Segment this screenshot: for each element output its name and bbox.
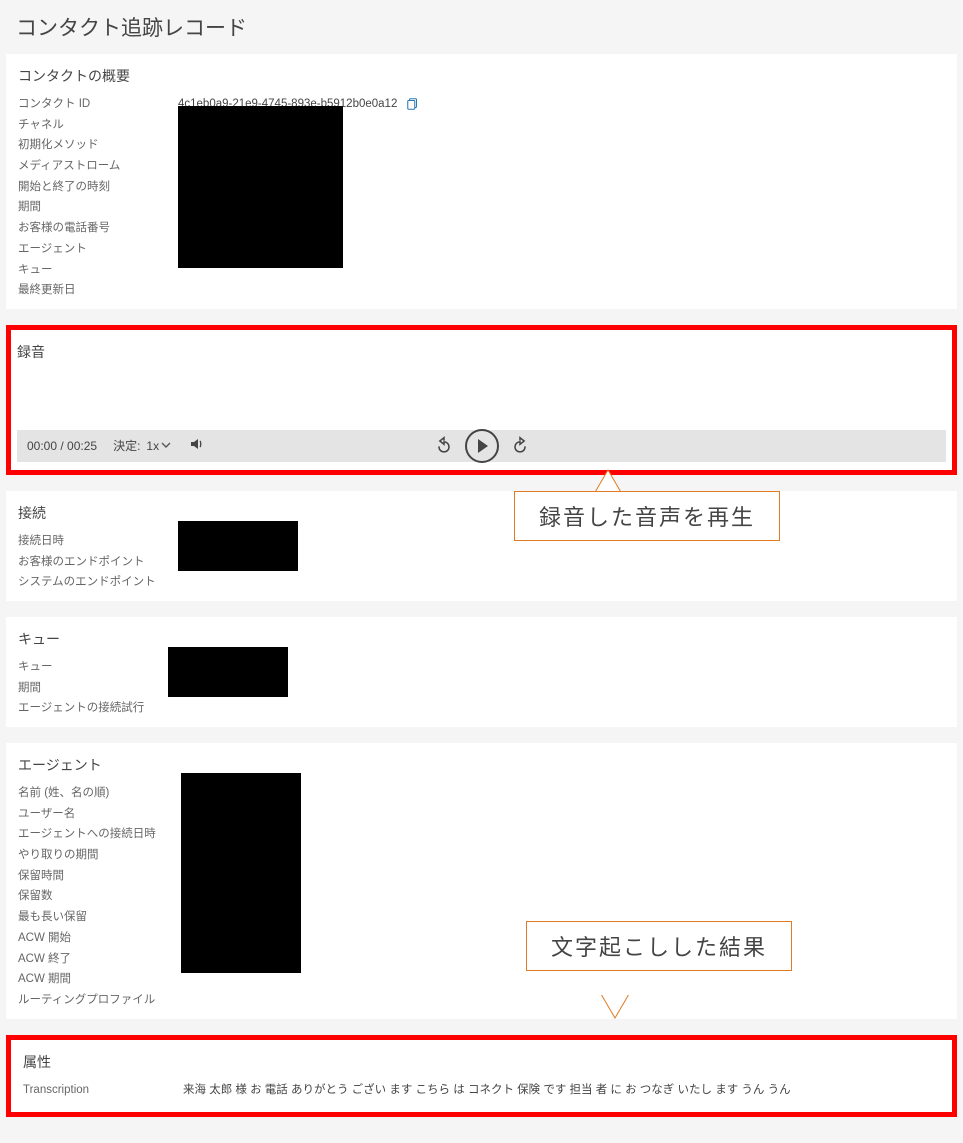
connection-label-systemEndpoint: システムのエンドポイント xyxy=(18,572,178,593)
redaction-block-connection xyxy=(178,521,298,571)
overview-label-lastmodified: 最終更新日 xyxy=(18,280,178,301)
agent-label-acwStart: ACW 開始 xyxy=(18,928,178,949)
attributes-value-transcription: 来海 太郎 様 お 電話 ありがとう ござい ます こちら は コネクト 保険 … xyxy=(183,1080,940,1101)
overview-title: コンタクトの概要 xyxy=(18,66,945,86)
connection-label-customerEndpoint: お客様のエンドポイント xyxy=(18,552,178,573)
agent-label-acwDuration: ACW 期間 xyxy=(18,969,178,990)
overview-label-contactid: コンタクト ID xyxy=(18,94,178,115)
callout-transcription-text: 文字起こしした結果 xyxy=(551,935,767,960)
attributes-title: 属性 xyxy=(23,1052,940,1072)
overview-label-customerphone: お客様の電話番号 xyxy=(18,218,178,239)
overview-label-queue: キュー xyxy=(18,260,178,281)
recording-title: 録音 xyxy=(17,342,946,362)
overview-row-contactid: コンタクト ID 4c1eb0a9-21e9-4745-893e-b5912b0… xyxy=(18,94,945,115)
redaction-block-queue xyxy=(168,647,288,697)
overview-label-channel: チャネル xyxy=(18,115,178,136)
audio-player-bar: 00:00 / 00:25 決定: 1x xyxy=(17,430,946,462)
agent-title: エージェント xyxy=(18,755,945,775)
agent-label-name: 名前 (姓、名の順) xyxy=(18,783,178,804)
queue-label-duration: 期間 xyxy=(18,678,178,699)
connection-section: 接続 接続日時 お客様のエンドポイント システムのエンドポイント 録音した音声を… xyxy=(6,491,957,601)
agent-label-acwEnd: ACW 終了 xyxy=(18,949,178,970)
play-button[interactable] xyxy=(465,429,499,463)
copy-icon[interactable] xyxy=(406,97,418,111)
agent-section: エージェント 名前 (姓、名の順) ユーザー名 エージェントへの接続日時 やり取… xyxy=(6,743,957,1019)
player-time: 00:00 / 00:25 xyxy=(27,439,97,453)
queue-title: キュー xyxy=(18,629,945,649)
agent-label-username: ユーザー名 xyxy=(18,804,178,825)
overview-section: コンタクトの概要 コンタクト ID 4c1eb0a9-21e9-4745-893… xyxy=(6,54,957,309)
connection-label-connectedAt: 接続日時 xyxy=(18,531,178,552)
callout-transcription: 文字起こしした結果 xyxy=(526,921,792,971)
rewind-button[interactable] xyxy=(433,435,455,457)
page-title: コンタクト追跡レコード xyxy=(16,12,957,42)
overview-label-duration: 期間 xyxy=(18,197,178,218)
agent-label-interaction: やり取りの期間 xyxy=(18,845,178,866)
agent-label-holds: 保留数 xyxy=(18,886,178,907)
attributes-highlight-box: 属性 Transcription 来海 太郎 様 お 電話 ありがとう ござい … xyxy=(6,1035,957,1118)
connection-title: 接続 xyxy=(18,503,945,523)
chevron-down-icon xyxy=(161,439,171,453)
player-speed-value: 1x xyxy=(146,439,159,453)
agent-label-longestHold: 最も長い保留 xyxy=(18,907,178,928)
recording-highlight-box: 録音 00:00 / 00:25 決定: 1x xyxy=(6,325,957,475)
queue-label-queue: キュー xyxy=(18,657,178,678)
agent-label-holdTime: 保留時間 xyxy=(18,866,178,887)
queue-section: キュー キュー 期間 エージェントの接続試行 xyxy=(6,617,957,727)
attributes-label-transcription: Transcription xyxy=(23,1080,183,1101)
redaction-block-agent xyxy=(181,773,301,973)
attributes-row-transcription: Transcription 来海 太郎 様 お 電話 ありがとう ござい ます … xyxy=(23,1080,940,1101)
redaction-block-overview xyxy=(178,106,343,268)
play-icon xyxy=(478,439,488,453)
overview-label-startend: 開始と終了の時刻 xyxy=(18,177,178,198)
agent-label-agentConnectedAt: エージェントへの接続日時 xyxy=(18,824,178,845)
overview-label-initmethod: 初期化メソッド xyxy=(18,135,178,156)
forward-button[interactable] xyxy=(509,435,531,457)
callout-playback: 録音した音声を再生 xyxy=(514,491,780,541)
queue-label-agentConnectAttempts: エージェントの接続試行 xyxy=(18,698,178,719)
overview-label-mediastream: メディアストローム xyxy=(18,156,178,177)
volume-icon[interactable] xyxy=(189,436,205,455)
player-speed-label: 決定: xyxy=(113,437,140,454)
agent-label-routingProfile: ルーティングプロファイル xyxy=(18,990,178,1011)
overview-label-agent: エージェント xyxy=(18,239,178,260)
callout-playback-text: 録音した音声を再生 xyxy=(539,505,755,530)
player-speed-dropdown[interactable]: 1x xyxy=(146,439,171,453)
